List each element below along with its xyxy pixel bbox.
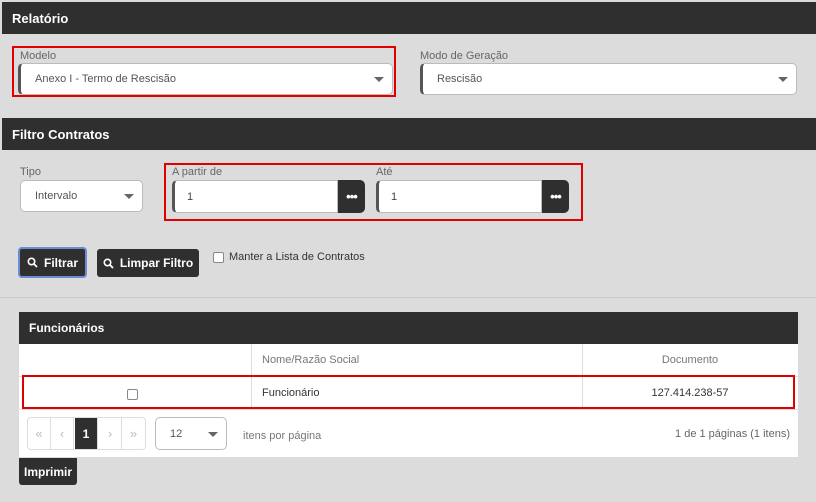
chevron-down-icon (778, 77, 788, 82)
filtro-header: Filtro Contratos (2, 118, 816, 150)
apartir-input[interactable]: 1 (172, 180, 338, 213)
manter-lista-checkbox[interactable] (213, 252, 224, 263)
funcionarios-header: Funcionários (19, 312, 798, 344)
filtro-title: Filtro Contratos (12, 126, 110, 142)
apartir-value: 1 (187, 190, 194, 203)
ate-input[interactable]: 1 (376, 180, 542, 213)
last-page-button[interactable]: » (122, 418, 145, 449)
section-divider (0, 297, 816, 298)
search-icon (103, 257, 114, 269)
more-icon: ••• (550, 189, 562, 204)
ate-value: 1 (391, 190, 398, 203)
column-header-nome[interactable]: Nome/Razão Social (262, 344, 359, 376)
ate-label: Até (376, 166, 393, 178)
next-page-button[interactable]: › (99, 418, 122, 449)
modo-select[interactable]: Rescisão (420, 63, 797, 95)
first-page-button[interactable]: « (28, 418, 51, 449)
pager-summary: 1 de 1 páginas (1 itens) (675, 428, 790, 440)
modo-label: Modo de Geração (420, 50, 509, 62)
imprimir-label: Imprimir (23, 464, 72, 479)
row-highlight (22, 375, 795, 409)
tipo-select[interactable]: Intervalo (20, 180, 143, 212)
imprimir-button[interactable]: Imprimir (19, 458, 77, 485)
per-page-label: itens por página (243, 430, 322, 442)
page-size-value: 12 (170, 427, 183, 440)
tipo-label: Tipo (20, 166, 41, 178)
apartir-label: A partir de (172, 166, 223, 178)
modo-value: Rescisão (437, 73, 483, 85)
chevron-down-icon (208, 432, 218, 437)
funcionarios-title: Funcionários (29, 321, 105, 335)
limpar-filtro-label: Limpar Filtro (119, 256, 194, 270)
apartir-lookup-button[interactable]: ••• (338, 180, 365, 213)
column-header-documento[interactable]: Documento (582, 344, 798, 376)
chevron-down-icon (124, 194, 134, 199)
ate-lookup-button[interactable]: ••• (542, 180, 569, 213)
relatorio-title: Relatório (12, 10, 69, 26)
page-size-select[interactable]: 12 (155, 417, 227, 450)
more-icon: ••• (346, 189, 358, 204)
pager: « ‹ 1 › » (27, 417, 146, 450)
modelo-highlight (12, 46, 396, 97)
page-1-button[interactable]: 1 (75, 418, 98, 449)
filtrar-button[interactable]: Filtrar (18, 247, 87, 278)
filtrar-label: Filtrar (43, 255, 78, 270)
manter-lista-label: Manter a Lista de Contratos (229, 251, 365, 263)
tipo-value: Intervalo (35, 190, 78, 202)
limpar-filtro-button[interactable]: Limpar Filtro (97, 249, 199, 277)
relatorio-header: Relatório (2, 2, 816, 34)
row-divider (19, 409, 798, 410)
prev-page-button[interactable]: ‹ (51, 418, 74, 449)
search-icon (27, 257, 38, 268)
